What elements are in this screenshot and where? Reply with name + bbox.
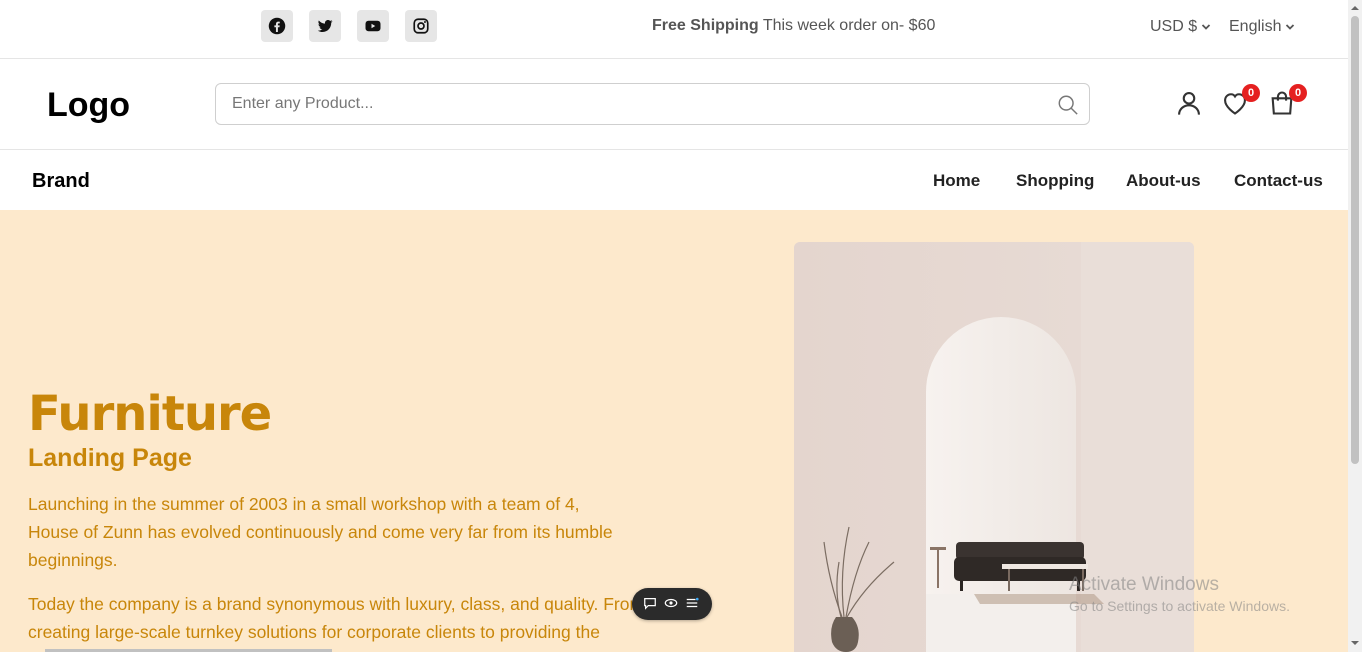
cart-button[interactable]: 0: [1268, 84, 1307, 119]
chat-bubble-icon: [643, 598, 656, 610]
user-icon: [1178, 92, 1200, 115]
promo-bold: Free Shipping: [652, 17, 759, 34]
account-button[interactable]: [1175, 89, 1205, 119]
nav-brand[interactable]: Brand: [32, 170, 90, 193]
search-icon[interactable]: [1057, 94, 1079, 116]
youtube-icon: [365, 20, 381, 32]
promo-text: This week order on- $60: [762, 17, 936, 34]
youtube-link[interactable]: [357, 10, 389, 42]
floating-toolbar: [632, 588, 712, 620]
wishlist-count-badge: 0: [1242, 84, 1260, 102]
view-button[interactable]: [664, 596, 680, 612]
scroll-up-arrow-icon[interactable]: [1350, 3, 1360, 13]
shipping-promo: Free Shipping This week order on- $60: [652, 17, 935, 35]
scrollbar-thumb[interactable]: [1351, 16, 1359, 464]
twitter-link[interactable]: [309, 10, 341, 42]
hero-subtitle: Landing Page: [28, 444, 192, 472]
facebook-link[interactable]: [261, 10, 293, 42]
hero-title: Furniture: [28, 386, 272, 442]
hero-paragraph-2: Today the company is a brand synonymous …: [28, 594, 645, 652]
comment-button[interactable]: [643, 596, 659, 612]
instagram-link[interactable]: [405, 10, 437, 42]
activation-watermark-subtitle: Go to Settings to activate Windows.: [1069, 598, 1290, 614]
currency-select[interactable]: USD $: [1150, 18, 1211, 36]
instagram-icon: [413, 18, 429, 34]
twitter-icon: [317, 19, 333, 32]
navbar: Brand Home Shopping About-us Contact-us: [0, 150, 1348, 210]
language-select[interactable]: English: [1229, 18, 1295, 36]
menu-icon: [687, 597, 699, 608]
top-bar: Free Shipping This week order on- $60 US…: [0, 0, 1348, 59]
activation-watermark-title: Activate Windows: [1069, 574, 1219, 595]
eye-icon: [664, 598, 678, 608]
nav-link-about-us[interactable]: About-us: [1126, 171, 1201, 191]
scroll-down-arrow-icon[interactable]: [1350, 638, 1360, 648]
search-input[interactable]: [232, 84, 1032, 124]
nav-link-contact-us[interactable]: Contact-us: [1234, 171, 1323, 191]
chevron-down-icon: [1201, 24, 1211, 30]
menu-button[interactable]: [685, 596, 701, 612]
search-bar: [215, 83, 1090, 125]
hero-paragraph-1: Launching in the summer of 2003 in a sma…: [28, 494, 613, 570]
site-logo[interactable]: Logo: [47, 86, 130, 125]
language-label: English: [1229, 18, 1282, 35]
currency-label: USD $: [1150, 18, 1198, 35]
main-header: Logo 0 0: [0, 59, 1348, 150]
wishlist-button[interactable]: 0: [1221, 84, 1260, 119]
nav-link-home[interactable]: Home: [933, 171, 980, 191]
nav-link-shopping[interactable]: Shopping: [1016, 171, 1094, 191]
chevron-down-icon: [1286, 24, 1295, 30]
facebook-icon: [268, 17, 286, 35]
cart-count-badge: 0: [1289, 84, 1307, 102]
